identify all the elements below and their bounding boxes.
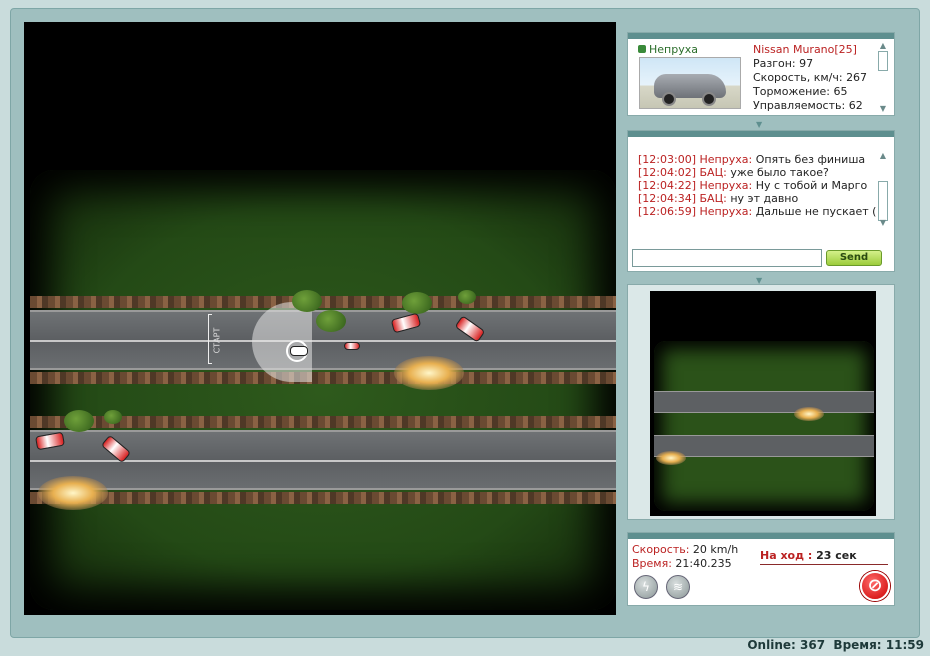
opponent-car — [344, 342, 360, 350]
scroll-up-icon: ▲ — [879, 41, 887, 50]
tree — [104, 410, 122, 424]
collapse-arrow-icon[interactable]: ▼ — [756, 276, 768, 285]
clock: 11:59 — [885, 638, 924, 652]
tree — [402, 292, 432, 314]
send-button[interactable]: Send — [826, 250, 882, 266]
collapse-arrow-icon[interactable]: ▼ — [756, 120, 768, 129]
chat-message: [12:06:59] Непруха: Дальше не пускает ( — [638, 205, 877, 218]
race-status-panel: Скорость: 20 km/h Время: 21:40.235 На хо… — [627, 532, 895, 606]
online-count: 367 — [800, 638, 826, 652]
status-footer: Online: 367 Время: 11:59 — [747, 638, 924, 652]
chat-panel: [12:03:00] Непруха: Опять без финиша [12… — [627, 130, 895, 272]
info-scrollbar[interactable]: ▲ ▼ — [878, 41, 888, 113]
turn-timer: На ход : 23 сек — [760, 549, 888, 565]
tree — [316, 310, 346, 332]
chat-message: [12:04:02] БАЦ: уже было такое? — [638, 166, 829, 179]
car-model: Nissan Murano[25] — [753, 43, 857, 56]
lightning-icon: ϟ — [642, 580, 650, 594]
tree — [64, 410, 94, 432]
quit-race-button[interactable]: ⊘ — [860, 571, 890, 601]
turn-seconds: 23 сек — [816, 549, 857, 562]
stat-row: Торможение: 65 — [753, 85, 848, 98]
chat-input[interactable] — [632, 249, 822, 267]
crash-explosion — [394, 356, 464, 390]
chat-message: [12:03:00] Непруха: Опять без финиша — [638, 153, 866, 166]
user-icon — [638, 45, 646, 53]
car-stats: Nissan Murano[25] Разгон: 97 Скорость, к… — [753, 43, 867, 113]
player-car — [290, 346, 308, 356]
chat-message: [12:04:22] Непруха: Ну с тобой и Марго — [638, 179, 868, 192]
minimap-panel — [627, 284, 895, 520]
stat-row: Управляемость: 62 — [753, 99, 863, 112]
scroll-down-icon: ▼ — [879, 218, 887, 227]
roadside-dirt — [30, 296, 616, 308]
roadside-dirt — [30, 372, 616, 384]
player-info-panel: Непруха Nissan Murano[25] Разгон: 97 Ско… — [627, 32, 895, 116]
stat-row: Разгон: 97 — [753, 57, 814, 70]
tree — [292, 290, 322, 312]
signal-button[interactable]: ≋ — [666, 575, 690, 599]
chat-message: [12:04:34] БАЦ: ну эт давно — [638, 192, 799, 205]
no-entry-icon: ⊘ — [867, 575, 883, 596]
tree — [458, 290, 476, 304]
chat-log: [12:03:00] Непруха: Опять без финиша [12… — [638, 153, 876, 218]
car-photo — [639, 57, 741, 109]
crash-explosion — [38, 476, 108, 510]
chat-scrollbar[interactable]: ▲ ▼ — [878, 151, 888, 227]
nitro-button[interactable]: ϟ — [634, 575, 658, 599]
scroll-up-icon: ▲ — [879, 151, 887, 160]
start-label: СТАРТ — [212, 327, 222, 354]
speed-value: 20 km/h — [692, 543, 739, 556]
race-time-value: 21:40.235 — [675, 557, 732, 570]
grass-field: СТАРТ — [30, 170, 616, 610]
scroll-down-icon: ▼ — [879, 104, 887, 113]
speed-time-info: Скорость: 20 km/h Время: 21:40.235 — [632, 543, 739, 570]
wifi-icon: ≋ — [672, 580, 684, 594]
minimap[interactable] — [650, 291, 876, 516]
race-field[interactable]: СТАРТ — [24, 22, 616, 615]
roadside-dirt — [30, 492, 616, 504]
player-name[interactable]: Непруха — [638, 43, 698, 56]
stat-row: Скорость, км/ч: 267 — [753, 71, 868, 84]
